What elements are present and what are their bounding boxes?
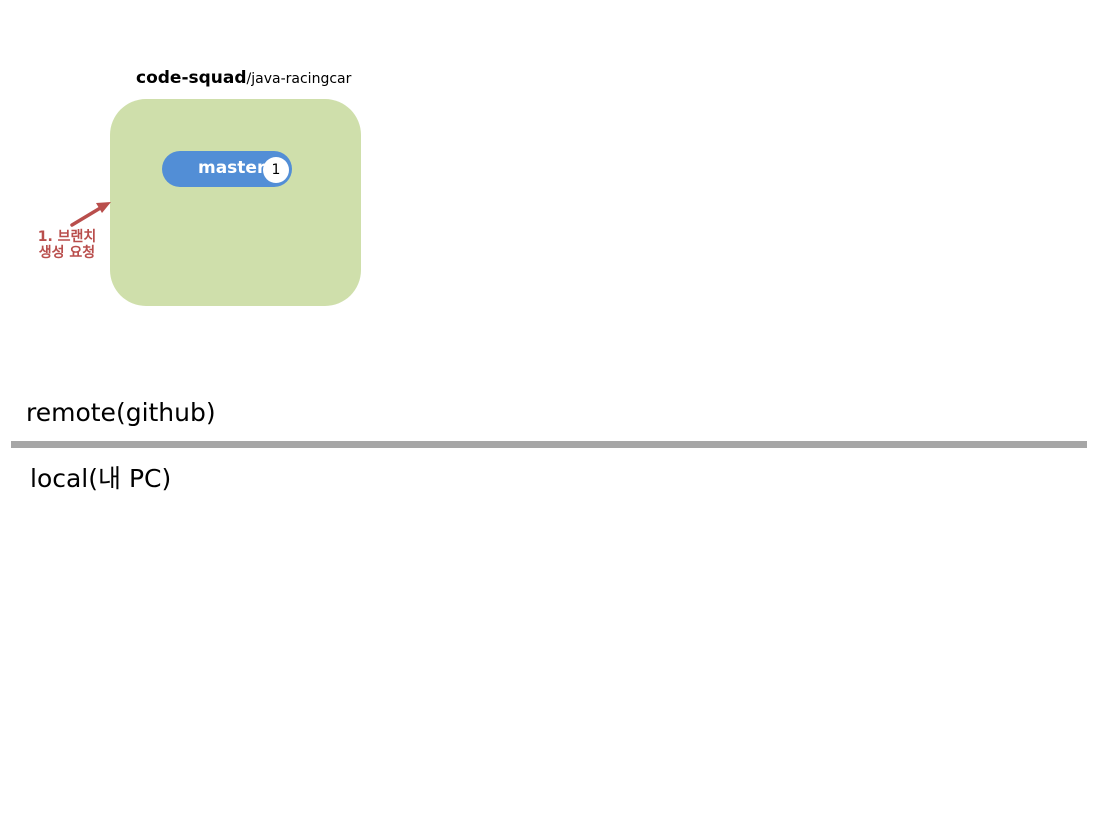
remote-zone-label: remote(github) bbox=[26, 398, 216, 427]
branch-label: master bbox=[198, 158, 266, 178]
remote-repository-box bbox=[110, 99, 361, 306]
annotation-line-1: 1. 브랜치 bbox=[37, 229, 97, 245]
local-zone-label: local(내 PC) bbox=[30, 464, 172, 493]
annotation-line-2: 생성 요청 bbox=[38, 245, 96, 261]
repo-owner: code-squad bbox=[136, 68, 247, 88]
branch-request-annotation: 1. 브랜치 생성 요청 bbox=[30, 229, 104, 261]
commit-count-badge: 1 bbox=[263, 157, 289, 183]
repo-name: java-racingcar bbox=[251, 71, 352, 87]
request-arrow-line bbox=[70, 205, 104, 227]
repo-title: code-squad/java-racingcar bbox=[136, 68, 351, 88]
remote-local-divider bbox=[11, 441, 1087, 448]
